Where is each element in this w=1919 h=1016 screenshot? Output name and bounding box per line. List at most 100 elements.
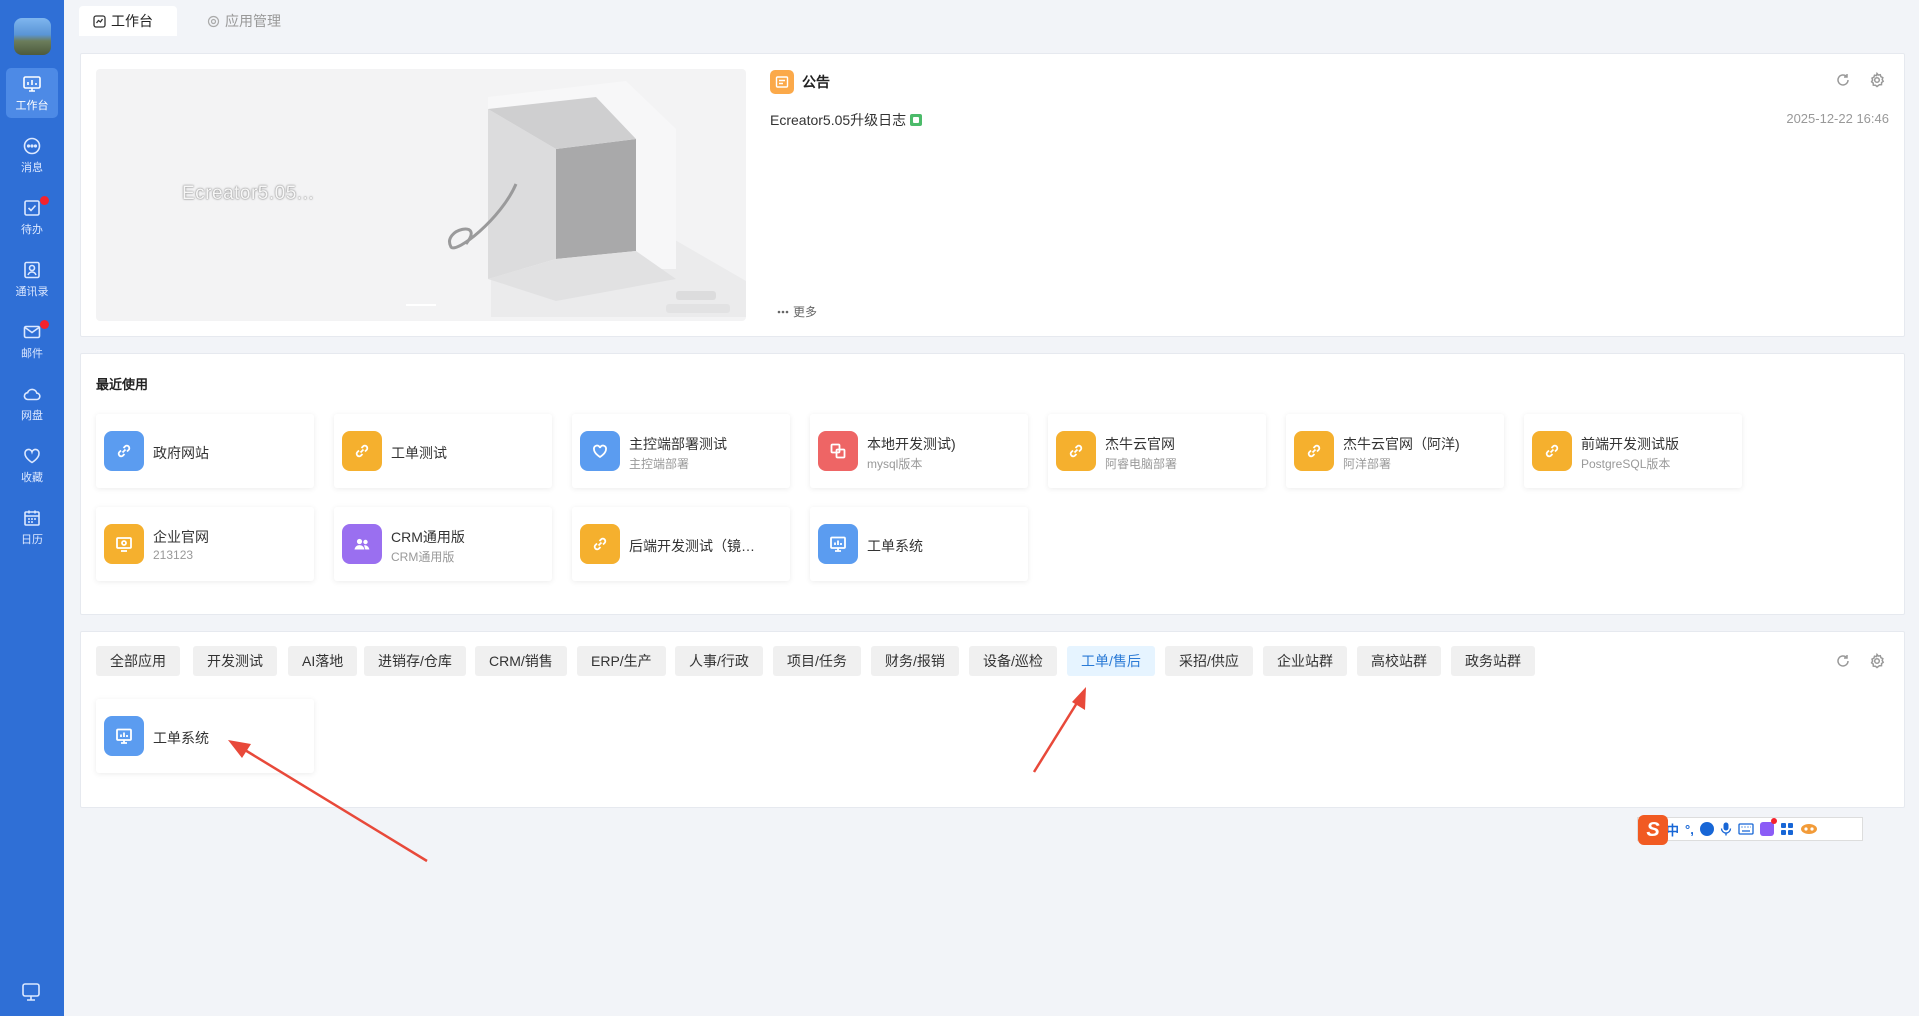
category-gov-sites[interactable]: 政务站群 bbox=[1451, 646, 1535, 676]
link-icon bbox=[580, 524, 620, 564]
sidebar: 工作台 消息 待办 通讯录 邮件 网盘 收藏 日历 bbox=[0, 0, 64, 1016]
app-name: 工单系统 bbox=[867, 538, 923, 554]
apps-grid-icon[interactable] bbox=[1780, 822, 1794, 836]
app-card-gov-site[interactable]: 政府网站 bbox=[96, 414, 314, 488]
app-card-backend-test[interactable]: 后端开发测试（镜… bbox=[572, 507, 790, 581]
app-card-master-deploy[interactable]: 主控端部署测试 主控端部署 bbox=[572, 414, 790, 488]
category-ai[interactable]: AI落地 bbox=[288, 646, 358, 676]
calendar-icon bbox=[24, 510, 40, 526]
avatar[interactable] bbox=[14, 18, 51, 55]
app-category-card: 全部应用 开发测试 AI落地 进销存/仓库 CRM/销售 ERP/生产 人事/行… bbox=[80, 631, 1905, 808]
category-ticket[interactable]: 工单/售后 bbox=[1067, 646, 1155, 676]
sidebar-item-drive[interactable]: 网盘 bbox=[6, 378, 58, 428]
tab-workbench[interactable]: 工作台 bbox=[79, 6, 177, 36]
sidebar-item-todo[interactable]: 待办 bbox=[6, 192, 58, 242]
sidebar-item-label: 工作台 bbox=[15, 100, 49, 112]
app-subtitle: 阿洋部署 bbox=[1343, 457, 1392, 471]
app-card-ticket-system[interactable]: 工单系统 bbox=[96, 699, 314, 773]
app-name: 主控端部署测试 bbox=[629, 436, 727, 452]
app-card-jieniu-site[interactable]: 杰牛云官网 阿睿电脑部署 bbox=[1048, 414, 1266, 488]
gear-icon bbox=[207, 15, 220, 27]
app-name: 工单测试 bbox=[391, 445, 447, 461]
app-card-frontend-test[interactable]: 前端开发测试版 PostgreSQL版本 bbox=[1524, 414, 1742, 488]
category-equipment[interactable]: 设备/巡检 bbox=[969, 646, 1057, 676]
tab-app-management[interactable]: 应用管理 bbox=[193, 6, 295, 36]
app-name: 杰牛云官网 bbox=[1105, 436, 1175, 452]
section-title: 最近使用 bbox=[96, 377, 149, 392]
app-name: 前端开发测试版 bbox=[1581, 436, 1679, 452]
category-finance[interactable]: 财务/报销 bbox=[871, 646, 959, 676]
windows-icon bbox=[818, 431, 858, 471]
settings-icon[interactable] bbox=[1868, 652, 1886, 670]
app-card-ticket-test[interactable]: 工单测试 bbox=[334, 414, 552, 488]
toolbox-icon[interactable] bbox=[1800, 823, 1818, 835]
carousel-indicator[interactable] bbox=[406, 304, 436, 306]
refresh-icon[interactable] bbox=[1834, 71, 1852, 89]
app-card-crm[interactable]: CRM通用版 CRM通用版 bbox=[334, 507, 552, 581]
app-name: 工单系统 bbox=[153, 730, 209, 746]
emoji-icon[interactable] bbox=[1699, 822, 1714, 836]
sidebar-item-label: 日历 bbox=[21, 534, 43, 546]
category-hr[interactable]: 人事/行政 bbox=[675, 646, 763, 676]
app-card-local-dev[interactable]: 本地开发测试) mysql版本 bbox=[810, 414, 1028, 488]
more-link[interactable]: 更多 bbox=[777, 303, 817, 320]
ime-punctuation[interactable]: °, bbox=[1685, 822, 1694, 837]
app-card-jieniu-site-ayang[interactable]: 杰牛云官网（阿洋) 阿洋部署 bbox=[1286, 414, 1504, 488]
app-subtitle: 阿睿电脑部署 bbox=[1105, 457, 1178, 471]
feedback-icon[interactable] bbox=[20, 981, 42, 1006]
category-all[interactable]: 全部应用 bbox=[96, 646, 180, 676]
sidebar-item-calendar[interactable]: 日历 bbox=[6, 502, 58, 552]
category-procurement[interactable]: 采招/供应 bbox=[1165, 646, 1253, 676]
overview-card: Ecreator5.05... 公告 Ecreator5.05升级日志 2025… bbox=[80, 53, 1905, 337]
heart-outline-icon bbox=[580, 431, 620, 471]
notice-item-title: Ecreator5.05升级日志 bbox=[770, 112, 907, 128]
banner-carousel[interactable]: Ecreator5.05... bbox=[96, 69, 746, 321]
sidebar-item-favorites[interactable]: 收藏 bbox=[6, 440, 58, 490]
dashboard-icon bbox=[93, 14, 106, 28]
sidebar-item-contacts[interactable]: 通讯录 bbox=[6, 254, 58, 304]
sidebar-item-label: 邮件 bbox=[21, 348, 43, 360]
sidebar-item-workbench[interactable]: 工作台 bbox=[6, 68, 58, 118]
app-subtitle: 213123 bbox=[153, 548, 194, 562]
sidebar-item-label: 收藏 bbox=[21, 472, 43, 484]
skin-icon[interactable] bbox=[1759, 818, 1777, 836]
category-enterprise-sites[interactable]: 企业站群 bbox=[1263, 646, 1347, 676]
monitor-icon bbox=[23, 76, 41, 92]
app-subtitle: CRM通用版 bbox=[391, 550, 455, 564]
app-name: 杰牛云官网（阿洋) bbox=[1343, 436, 1460, 452]
sogou-logo-icon: S bbox=[1638, 815, 1668, 845]
tab-label: 应用管理 bbox=[225, 13, 281, 29]
app-card-enterprise-site[interactable]: 企业官网 213123 bbox=[96, 507, 314, 581]
link-icon bbox=[1056, 431, 1096, 471]
monitor-icon bbox=[104, 524, 144, 564]
category-inventory[interactable]: 进销存/仓库 bbox=[364, 646, 466, 676]
notice-item[interactable]: Ecreator5.05升级日志 bbox=[770, 110, 923, 130]
ellipsis-icon bbox=[777, 310, 789, 313]
settings-icon[interactable] bbox=[1868, 71, 1886, 89]
category-crm[interactable]: CRM/销售 bbox=[475, 646, 567, 676]
microphone-icon[interactable] bbox=[1720, 822, 1732, 836]
category-university-sites[interactable]: 高校站群 bbox=[1357, 646, 1441, 676]
contacts-icon bbox=[24, 261, 40, 279]
category-dev-test[interactable]: 开发测试 bbox=[193, 646, 277, 676]
link-icon bbox=[1532, 431, 1572, 471]
ime-toolbar[interactable]: S 中 °, bbox=[1637, 815, 1863, 845]
category-erp[interactable]: ERP/生产 bbox=[577, 646, 666, 676]
sidebar-item-label: 待办 bbox=[21, 224, 43, 236]
app-name: CRM通用版 bbox=[391, 529, 465, 545]
sidebar-item-label: 通讯录 bbox=[15, 286, 49, 298]
new-badge-icon bbox=[910, 114, 923, 126]
refresh-icon[interactable] bbox=[1834, 652, 1852, 670]
notice-item-date: 2025-12-22 16:46 bbox=[1786, 111, 1889, 126]
sidebar-item-messages[interactable]: 消息 bbox=[6, 130, 58, 180]
keyboard-icon[interactable] bbox=[1738, 823, 1754, 835]
category-project[interactable]: 项目/任务 bbox=[773, 646, 861, 676]
sidebar-item-label: 网盘 bbox=[21, 410, 43, 422]
app-subtitle: PostgreSQL版本 bbox=[1581, 457, 1671, 471]
banner-title: Ecreator5.05... bbox=[182, 183, 315, 204]
recent-use-card: 最近使用 政府网站 工单测试 主控端部署测试 主控端部署 本地开发测试) mys… bbox=[80, 353, 1905, 615]
notification-dot bbox=[40, 196, 49, 205]
app-card-ticket-system[interactable]: 工单系统 bbox=[810, 507, 1028, 581]
sidebar-item-mail[interactable]: 邮件 bbox=[6, 316, 58, 366]
mail-icon bbox=[23, 325, 41, 339]
